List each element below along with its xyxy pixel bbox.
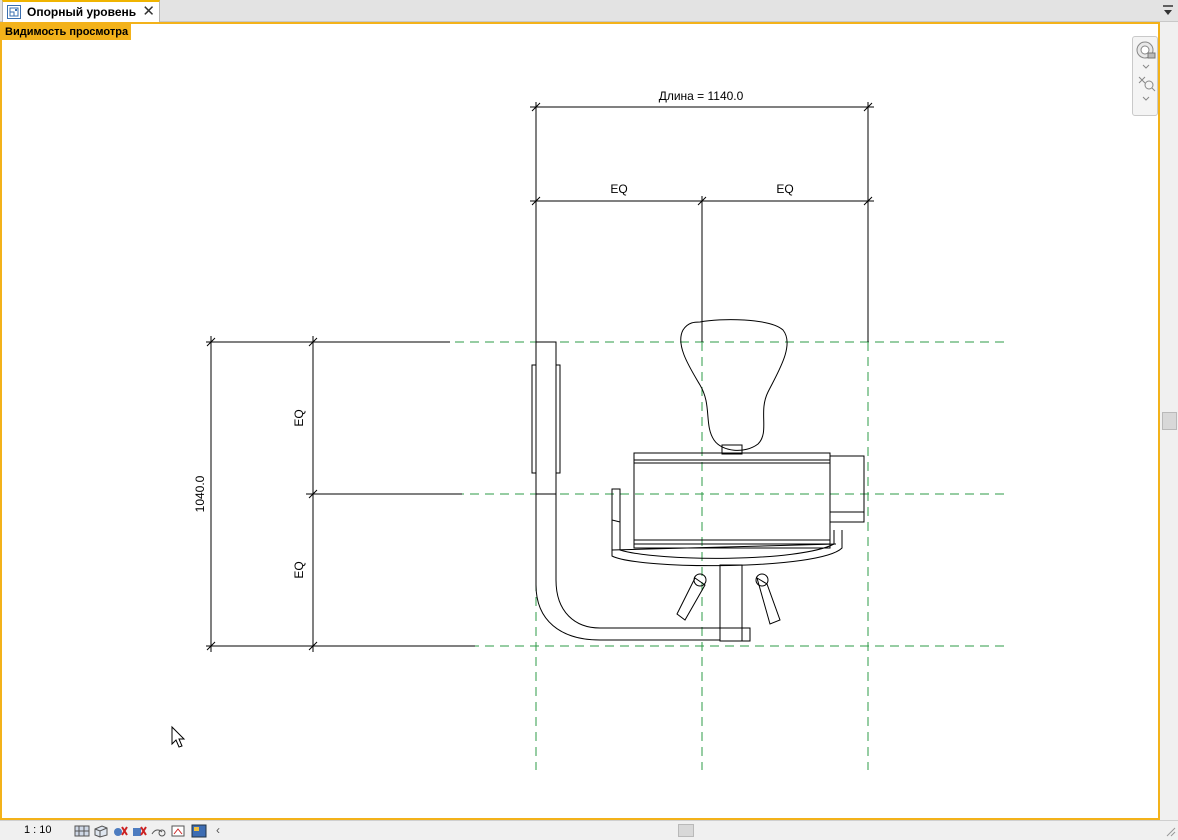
view-control-bar: 1 : 10 ‹ [0, 820, 1178, 840]
navigation-bar[interactable] [1132, 36, 1158, 116]
dimension-texts: Длина = 1140.0 EQ EQ 1040.0 EQ EQ [193, 89, 794, 579]
sun-path-icon[interactable] [112, 823, 128, 839]
resize-grip-icon[interactable] [1164, 825, 1176, 837]
revit-family-editor-view: Опорный уровень ✕ Длина = 1140.0 EQ EQ 1… [0, 0, 1178, 840]
view-visibility-label: Видимость просмотра [2, 24, 132, 40]
dimension-eq-vertical-lower[interactable]: EQ [292, 561, 306, 578]
dimension-length-label[interactable]: Длина = 1140.0 [659, 89, 744, 103]
dimension-eq-top-left[interactable]: EQ [610, 182, 627, 196]
dimension-eq-vertical-upper[interactable]: EQ [292, 409, 306, 426]
zoom-region-icon[interactable] [1134, 73, 1158, 107]
steering-wheel-icon[interactable] [1134, 39, 1158, 73]
mouse-cursor-icon [171, 725, 186, 748]
drawing-canvas[interactable]: Длина = 1140.0 EQ EQ 1040.0 EQ EQ [0, 0, 1160, 820]
reference-planes [440, 341, 1008, 770]
shadows-icon[interactable] [131, 823, 147, 839]
dimension-lines [206, 102, 874, 652]
dimension-vertical-total[interactable]: 1040.0 [193, 475, 207, 512]
temporary-hide-icon[interactable] [191, 823, 207, 839]
detail-level-icon[interactable] [74, 823, 90, 839]
show-crop-icon[interactable] [170, 823, 186, 839]
crop-view-icon[interactable] [150, 823, 166, 839]
chair-plan-geometry[interactable] [531, 319, 865, 642]
horizontal-scrollbar-thumb[interactable] [678, 824, 694, 837]
visual-style-icon[interactable] [93, 823, 109, 839]
tab-menu-chevron-icon[interactable] [1162, 4, 1174, 18]
dimension-eq-top-right[interactable]: EQ [776, 182, 793, 196]
scroll-left-icon[interactable]: ‹ [216, 823, 220, 837]
vertical-scrollbar-thumb[interactable] [1162, 412, 1177, 430]
view-scale[interactable]: 1 : 10 [24, 824, 52, 836]
